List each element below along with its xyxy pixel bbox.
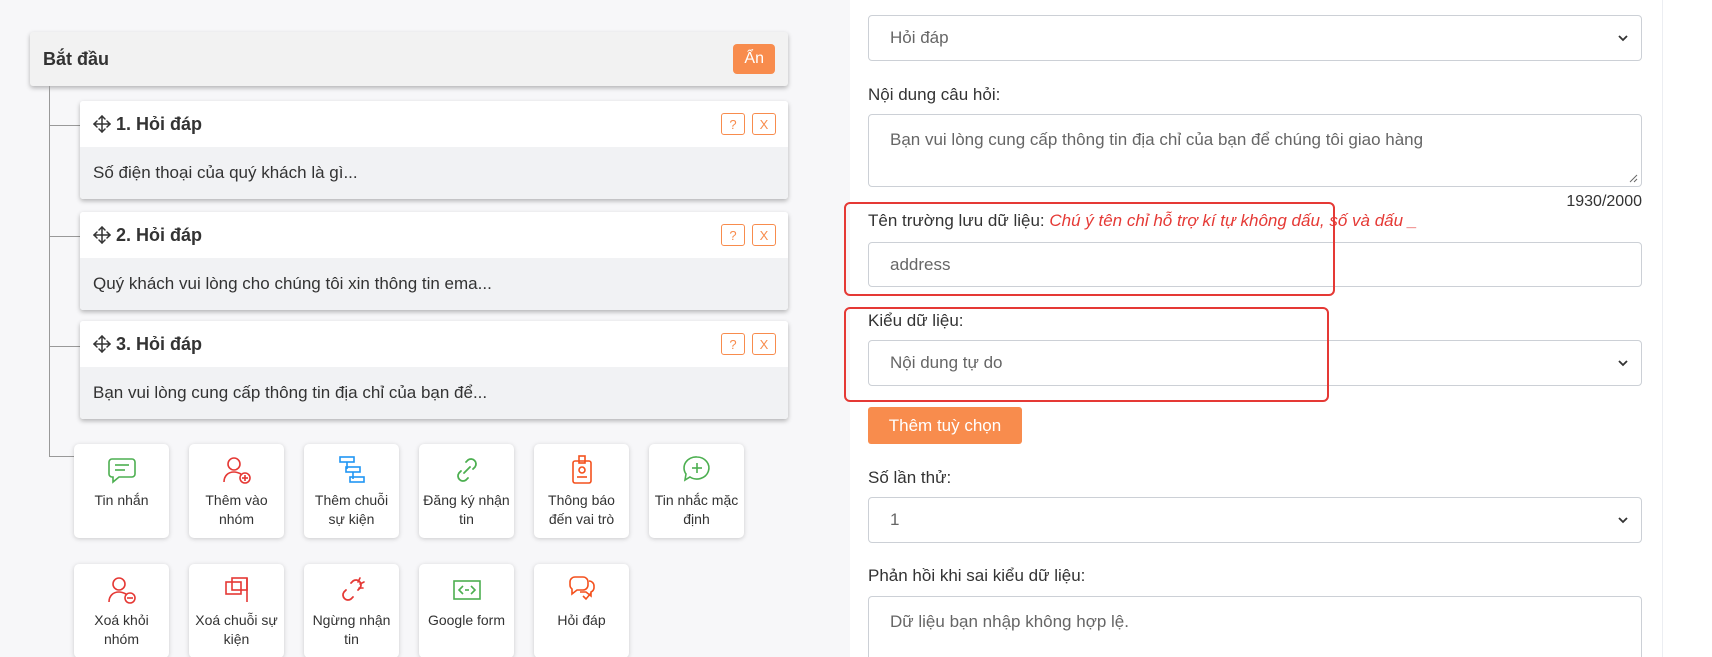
highlight-box-data-type: [844, 307, 1329, 402]
start-node: Bắt đầu Ẩn: [30, 32, 788, 86]
tile-subscribe[interactable]: Đăng ký nhận tin: [419, 444, 514, 538]
user-remove-icon: [107, 577, 136, 604]
tile-label: Xoá khỏi nhóm: [94, 612, 149, 647]
page-right-edge: [1662, 0, 1712, 657]
link-icon: [456, 458, 477, 482]
tile-default-reminder[interactable]: Tin nhắc mặc định: [649, 444, 744, 538]
step-title: 2. Hỏi đáp: [116, 224, 203, 245]
flow-step-1[interactable]: 1. Hỏi đáp ? X Số điện thoại của quý khá…: [80, 101, 788, 199]
step-delete-button[interactable]: X: [752, 224, 776, 246]
move-icon[interactable]: [92, 225, 112, 245]
unlink-icon: [341, 577, 365, 601]
tile-label: Xoá chuỗi sự kiện: [195, 612, 278, 647]
step-preview: Quý khách vui lòng cho chúng tôi xin thô…: [80, 258, 788, 310]
move-icon[interactable]: [92, 334, 112, 354]
tile-remove-from-group[interactable]: Xoá khỏi nhóm: [74, 564, 169, 657]
tile-label: Ngừng nhận tin: [312, 612, 391, 647]
move-icon[interactable]: [92, 114, 112, 134]
message-icon: [107, 458, 136, 484]
error-reply-label: Phản hồi khi sai kiểu dữ liệu:: [868, 566, 1086, 585]
tile-label: Google form: [427, 612, 506, 628]
tile-label: Thông báo đến vai trò: [548, 492, 615, 527]
tile-label: Hỏi đáp: [557, 612, 606, 628]
form-icon: [452, 580, 481, 600]
step-header: 2. Hỏi đáp ? X: [80, 212, 788, 258]
step-help-button[interactable]: ?: [721, 113, 745, 135]
qa-icon: [568, 576, 595, 601]
hide-button[interactable]: Ẩn: [733, 44, 775, 74]
resize-handle-icon[interactable]: [1628, 173, 1638, 183]
question-textarea[interactable]: Bạn vui lòng cung cấp thông tin địa chỉ …: [868, 114, 1642, 187]
tile-label: Đăng ký nhận tin: [423, 492, 510, 527]
delete-chain-icon: [224, 577, 248, 602]
step-header: 3. Hỏi đáp ? X: [80, 321, 788, 367]
tile-google-form[interactable]: Google form: [419, 564, 514, 657]
step-help-button[interactable]: ?: [721, 333, 745, 355]
step-type-select[interactable]: Hỏi đáp: [868, 15, 1642, 61]
step-title: 3. Hỏi đáp: [116, 333, 203, 354]
tile-add-event-chain[interactable]: Thêm chuỗi sự kiện: [304, 444, 399, 538]
user-add-icon: [222, 457, 251, 484]
message-add-icon: [682, 456, 710, 482]
step-help-button[interactable]: ?: [721, 224, 745, 246]
event-chain-icon: [338, 456, 365, 483]
tile-notify-role[interactable]: Thông báo đến vai trò: [534, 444, 629, 538]
attempts-select[interactable]: 1: [868, 497, 1642, 543]
highlight-box-field-name: [844, 202, 1335, 296]
tile-unsubscribe[interactable]: Ngừng nhận tin: [304, 564, 399, 657]
flow-step-2[interactable]: 2. Hỏi đáp ? X Quý khách vui lòng cho ch…: [80, 212, 788, 310]
step-header: 1. Hỏi đáp ? X: [80, 101, 788, 147]
step-delete-button[interactable]: X: [752, 113, 776, 135]
chevron-down-icon: [1618, 517, 1628, 524]
tree-connector: [49, 86, 50, 456]
tile-label: Thêm vào nhóm: [205, 492, 268, 527]
tile-qa[interactable]: Hỏi đáp: [534, 564, 629, 657]
step-type-value: Hỏi đáp: [890, 28, 949, 47]
tile-message[interactable]: Tin nhắn: [74, 444, 169, 538]
error-reply-textarea[interactable]: Dữ liệu bạn nhập không hợp lệ.: [868, 596, 1642, 657]
add-option-button[interactable]: Thêm tuỳ chọn: [868, 407, 1022, 444]
question-value: Bạn vui lòng cung cấp thông tin địa chỉ …: [890, 130, 1424, 149]
tile-label: Tin nhắn: [94, 492, 149, 508]
attempts-label: Số lần thử:: [868, 468, 952, 487]
tree-branch: [49, 346, 80, 347]
flow-step-3[interactable]: 3. Hỏi đáp ? X Bạn vui lòng cung cấp thô…: [80, 321, 788, 419]
start-node-title: Bắt đầu: [43, 48, 110, 69]
badge-icon: [571, 455, 592, 484]
chevron-down-icon: [1618, 360, 1628, 367]
question-label: Nội dung câu hỏi:: [868, 85, 1001, 104]
tile-add-to-group[interactable]: Thêm vào nhóm: [189, 444, 284, 538]
error-reply-value: Dữ liệu bạn nhập không hợp lệ.: [890, 612, 1129, 631]
flow-panel: Bắt đầu Ẩn 1. Hỏi đáp ? X Số điện thoại …: [0, 0, 840, 657]
char-counter: 1930/2000: [1566, 193, 1642, 210]
attempts-value: 1: [890, 510, 900, 529]
tree-branch: [49, 236, 80, 237]
step-delete-button[interactable]: X: [752, 333, 776, 355]
chevron-down-icon: [1618, 35, 1628, 42]
step-preview: Số điện thoại của quý khách là gì...: [80, 147, 788, 199]
tile-delete-event-chain[interactable]: Xoá chuỗi sự kiện: [189, 564, 284, 657]
tile-label: Thêm chuỗi sự kiện: [314, 492, 389, 527]
tree-branch: [49, 125, 80, 126]
step-preview: Bạn vui lòng cung cấp thông tin địa chỉ …: [80, 367, 788, 419]
step-title: 1. Hỏi đáp: [116, 113, 203, 134]
tile-label: Tin nhắc mặc định: [654, 492, 739, 527]
